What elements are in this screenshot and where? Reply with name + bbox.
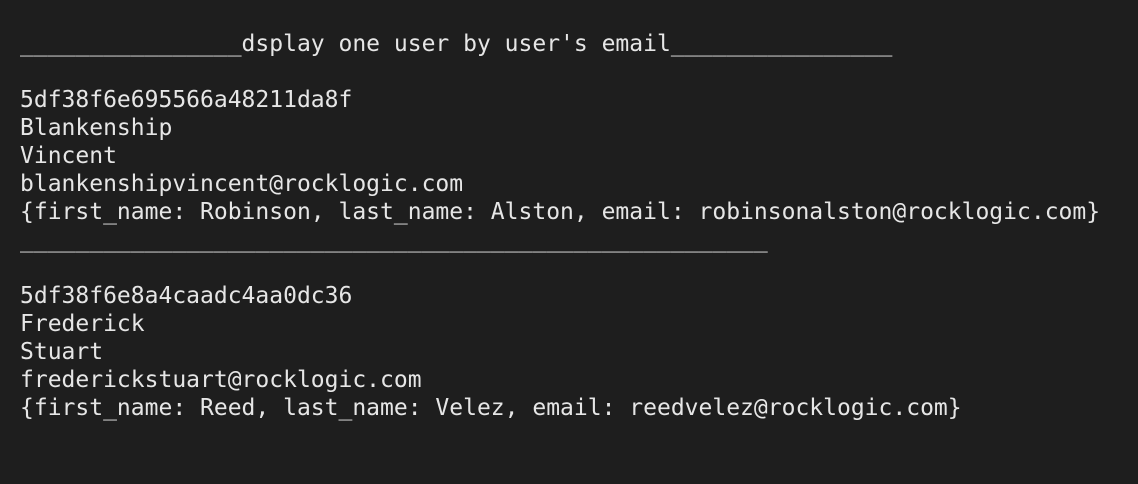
user-object: {first_name: Reed, last_name: Velez, ema…	[20, 395, 962, 421]
terminal-output: ________________dsplay one user by user'…	[0, 0, 1138, 484]
user-email: frederickstuart@rocklogic.com	[20, 367, 422, 393]
user-record: 5df38f6e8a4caadc4aa0dc36 Frederick Stuar…	[20, 282, 1138, 422]
user-record: 5df38f6e695566a48211da8f Blankenship Vin…	[20, 86, 1138, 226]
user-last-name: Blankenship	[20, 115, 173, 141]
user-email: blankenshipvincent@rocklogic.com	[20, 171, 464, 197]
user-first-name: Stuart	[20, 339, 104, 365]
user-object: {first_name: Robinson, last_name: Alston…	[20, 199, 1101, 225]
user-last-name: Frederick	[20, 311, 145, 337]
user-first-name: Vincent	[20, 143, 117, 169]
user-id: 5df38f6e8a4caadc4aa0dc36	[20, 283, 353, 309]
separator-line: ________________________________________…	[20, 227, 768, 253]
user-id: 5df38f6e695566a48211da8f	[20, 87, 353, 113]
section-header: ________________dsplay one user by user'…	[20, 31, 893, 57]
